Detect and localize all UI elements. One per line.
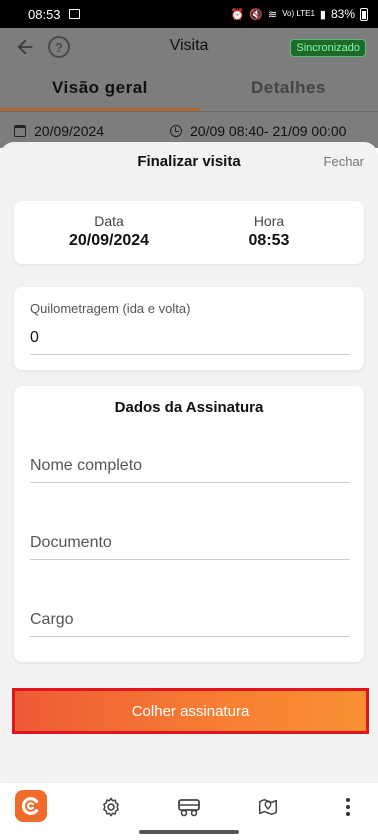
more-vertical-icon[interactable]: [333, 792, 363, 822]
visit-date: 20/09/2024: [34, 123, 105, 139]
field-underline: [30, 482, 350, 483]
bottom-navigation: [0, 782, 378, 826]
date-column: Data 20/09/2024: [54, 213, 164, 250]
date-time-card: Data 20/09/2024 Hora 08:53: [14, 201, 364, 264]
visit-time-range: 20/09 08:40- 21/09 00:00: [190, 123, 347, 139]
gear-icon[interactable]: [96, 792, 126, 822]
signature-title: Dados da Assinatura: [114, 399, 264, 416]
hour-column: Hora 08:53: [219, 213, 319, 250]
hour-label: Hora: [253, 213, 285, 229]
home-indicator: [0, 826, 378, 840]
document-field[interactable]: Documento: [30, 534, 350, 574]
status-time: 08:53: [28, 6, 61, 22]
tab-details[interactable]: Detalhes: [251, 78, 326, 98]
collect-signature-highlight: Colher assinatura: [12, 688, 369, 734]
home-bar[interactable]: [139, 830, 239, 834]
battery-percent: 83%: [330, 7, 355, 21]
image-notification-icon: [68, 9, 80, 19]
app-logo-icon[interactable]: [15, 790, 47, 822]
mute-icon: 🔇: [249, 8, 263, 21]
vehicle-icon[interactable]: [174, 792, 204, 822]
tab-overview[interactable]: Visão geral: [52, 78, 148, 98]
mileage-card: Quilometragem (ida e volta) 0: [14, 287, 364, 370]
clock-icon: [170, 125, 182, 137]
tabs-divider: [0, 111, 378, 112]
document-placeholder: Documento: [30, 534, 112, 551]
full-name-placeholder: Nome completo: [30, 457, 143, 474]
full-name-field[interactable]: Nome completo: [30, 457, 350, 497]
mileage-underline: [30, 354, 350, 355]
tab-bar: Visão geral Detalhes: [0, 66, 378, 112]
role-field[interactable]: Cargo: [30, 611, 350, 651]
field-underline: [30, 636, 350, 637]
calendar-icon: [14, 125, 26, 137]
battery-icon: [360, 7, 368, 21]
date-label: Data: [94, 213, 124, 229]
hour-value: 08:53: [248, 232, 290, 249]
mileage-input[interactable]: 0: [30, 329, 39, 347]
wifi-icon: ≋: [267, 8, 278, 21]
date-value: 20/09/2024: [68, 232, 150, 249]
sheet-title: Finalizar visita: [137, 153, 241, 170]
signature-card: Dados da Assinatura Nome completo Docume…: [14, 386, 364, 662]
mileage-label: Quilometragem (ida e volta): [30, 301, 191, 316]
top-app-bar: ? Visita Sincronizado: [0, 28, 378, 66]
role-placeholder: Cargo: [30, 611, 74, 628]
close-button[interactable]: Fechar: [324, 154, 364, 169]
map-pin-icon[interactable]: [253, 792, 283, 822]
signal-icon: ▮: [319, 8, 326, 21]
visit-date-row: 20/09/2024 20/09 08:40- 21/09 00:00: [0, 120, 378, 142]
status-bar: 08:53 ⏰ 🔇 ≋ Vo) LTE1 ▮ 83%: [0, 0, 378, 28]
network-type: Vo) LTE1: [282, 9, 315, 18]
sync-status-badge: Sincronizado: [290, 39, 366, 57]
alarm-icon: ⏰: [230, 8, 245, 21]
collect-signature-button[interactable]: Colher assinatura: [15, 691, 366, 731]
field-underline: [30, 559, 350, 560]
finalize-visit-sheet: Finalizar visita Fechar Data 20/09/2024 …: [0, 142, 378, 782]
